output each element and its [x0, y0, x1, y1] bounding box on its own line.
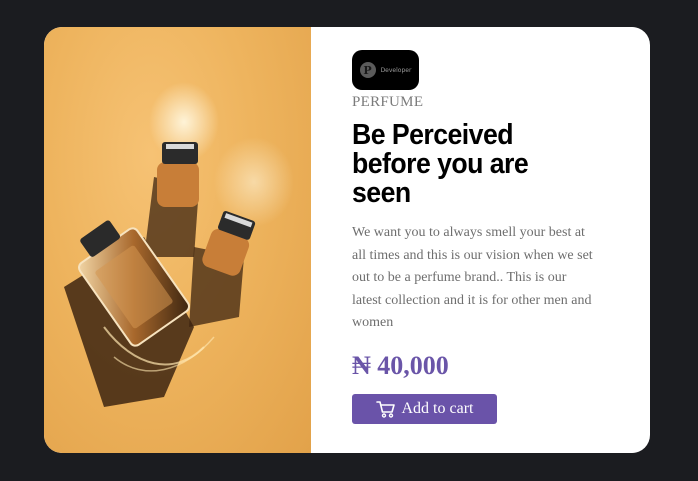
product-card: P Developer PERFUME Be Perceived before … [44, 27, 650, 453]
brand-mark-icon: P [359, 62, 376, 78]
add-to-cart-label: Add to cart [401, 399, 474, 417]
product-description: We want you to always smell your best at… [352, 225, 593, 330]
brand-name: Developer [380, 66, 412, 74]
product-category: PERFUME [352, 94, 424, 110]
product-title: Be Perceived before you are seen [352, 119, 529, 209]
brand-logo[interactable]: P Developer [352, 50, 419, 90]
product-details: P Developer PERFUME Be Perceived before … [352, 50, 602, 424]
product-image [44, 27, 311, 453]
product-price: ₦ 40,000 [352, 350, 449, 380]
cart-icon [375, 400, 395, 418]
add-to-cart-button[interactable]: Add to cart [352, 393, 497, 424]
